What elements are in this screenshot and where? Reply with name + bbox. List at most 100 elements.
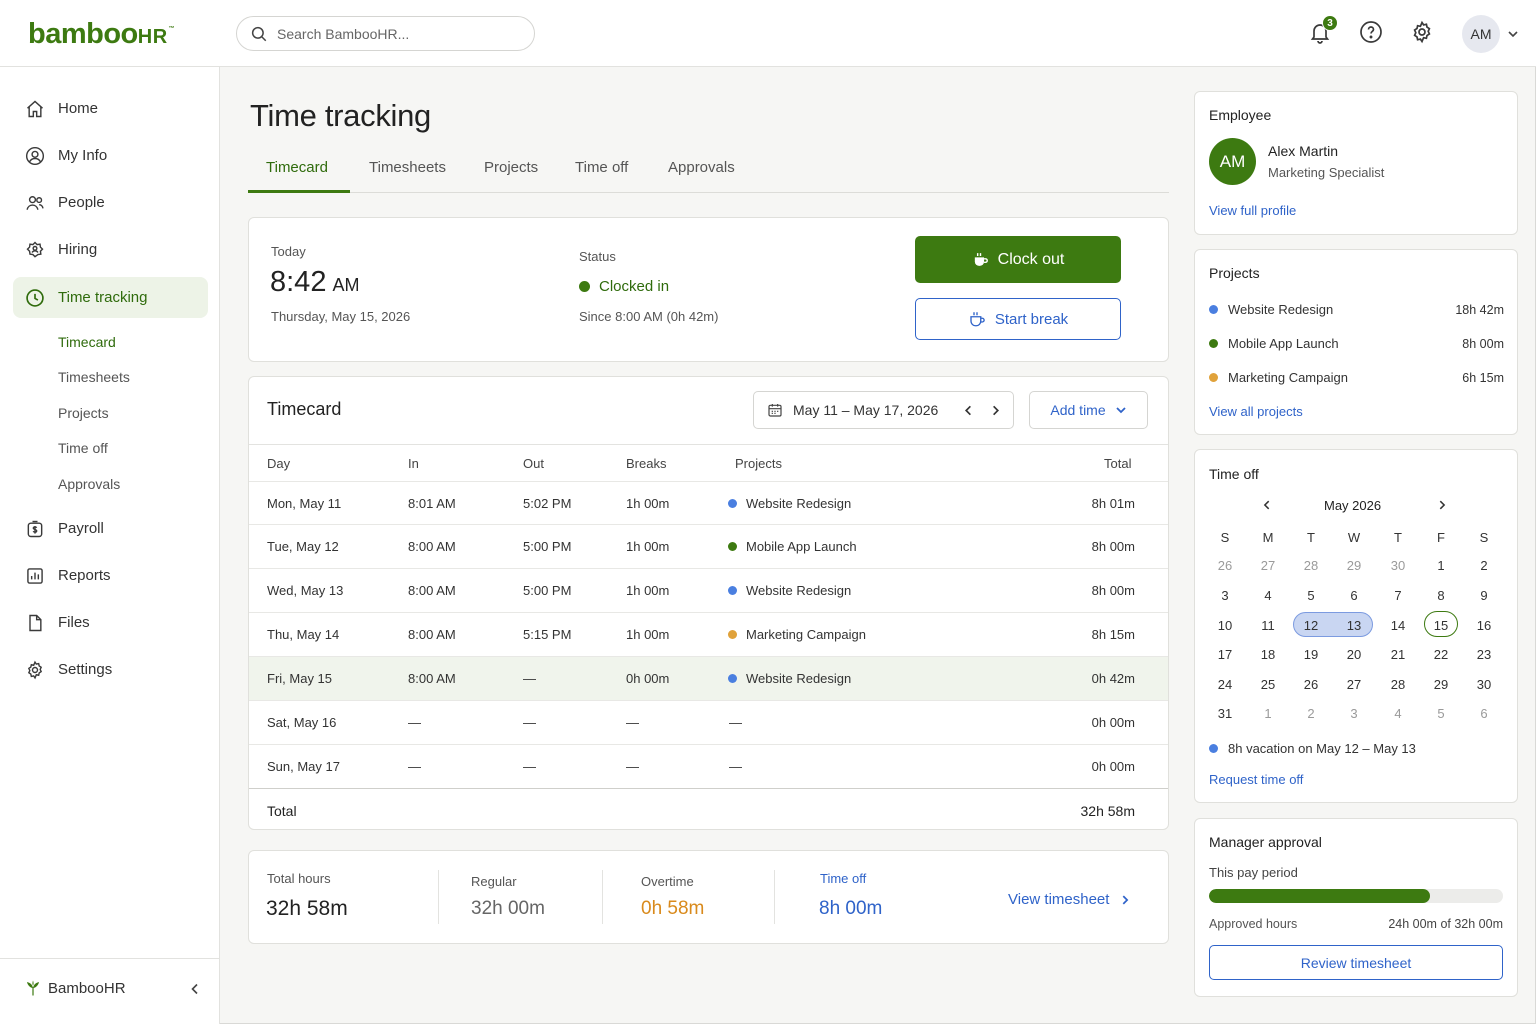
add-time-button[interactable]: Add time [1029,391,1148,429]
calendar-weekday: T [1394,530,1402,545]
calendar-day[interactable]: 27 [1250,558,1286,573]
sidebar-subitem-projects[interactable]: Projects [58,405,109,421]
user-avatar[interactable]: AM [1462,15,1500,53]
calendar-day[interactable]: 13 [1336,618,1372,633]
request-time-off-link[interactable]: Request time off [1209,772,1303,787]
sidebar-subitem-approvals[interactable]: Approvals [58,476,120,492]
calendar-day[interactable]: 16 [1466,618,1502,633]
cell-breaks: — [626,715,639,730]
calendar-day[interactable]: 2 [1293,706,1329,721]
home-icon [27,100,43,117]
calendar-day[interactable]: 9 [1466,588,1502,603]
employee-avatar: AM [1209,138,1256,185]
calendar-day[interactable]: 26 [1207,558,1243,573]
calendar-day[interactable]: 6 [1336,588,1372,603]
calendar-day[interactable]: 21 [1380,647,1416,662]
calendar-day[interactable]: 19 [1293,647,1329,662]
collapse-sidebar-icon[interactable] [188,982,202,996]
calendar-day[interactable]: 11 [1250,618,1286,633]
sidebar-item-time-tracking[interactable]: Time tracking [13,277,208,318]
sidebar-item-hiring[interactable]: Hiring [13,229,208,270]
sidebar-item-my-info[interactable]: My Info [13,135,208,176]
time-off-heading: Time off [1209,466,1259,482]
calendar-day[interactable]: 6 [1466,706,1502,721]
sidebar-item-files[interactable]: Files [13,602,208,643]
sidebar-subitem-timesheets[interactable]: Timesheets [58,369,130,385]
calendar-day[interactable]: 5 [1423,706,1459,721]
calendar-day[interactable]: 12 [1293,618,1329,633]
table-row[interactable]: Sun, May 17 — — — — 0h 00m [249,744,1168,788]
chevron-down-icon[interactable] [1507,28,1519,40]
calendar-day[interactable]: 4 [1380,706,1416,721]
today-date: Thursday, May 15, 2026 [271,309,411,324]
calendar-day[interactable]: 14 [1380,618,1416,633]
view-all-projects-link[interactable]: View all projects [1209,404,1303,419]
calendar-day[interactable]: 30 [1380,558,1416,573]
tab-timesheets[interactable]: Timesheets [369,159,446,176]
table-row[interactable]: Mon, May 11 8:01 AM 5:02 PM 1h 00m Websi… [249,481,1168,525]
clock-out-button[interactable]: Clock out [915,236,1121,283]
calendar-day[interactable]: 1 [1250,706,1286,721]
calendar-day[interactable]: 5 [1293,588,1329,603]
project-list-item[interactable]: Mobile App Launch 8h 00m [1209,336,1504,351]
calendar-day[interactable]: 2 [1466,558,1502,573]
date-range-picker[interactable]: May 11 – May 17, 2026 [753,391,1014,429]
calendar-day[interactable]: 15 [1423,618,1459,633]
sidebar-subitem-time-off[interactable]: Time off [58,440,108,456]
calendar-day[interactable]: 26 [1293,677,1329,692]
bamboo-leaf-icon [27,980,39,996]
calendar-day[interactable]: 1 [1423,558,1459,573]
calendar-day[interactable]: 7 [1380,588,1416,603]
sidebar-item-reports[interactable]: Reports [13,555,208,596]
sidebar-item-home[interactable]: Home [13,88,208,129]
calendar-day[interactable]: 29 [1336,558,1372,573]
calendar-day[interactable]: 3 [1207,588,1243,603]
calendar-day[interactable]: 27 [1336,677,1372,692]
tab-time-off[interactable]: Time off [575,159,628,176]
calendar-day[interactable]: 4 [1250,588,1286,603]
help-icon[interactable] [1359,20,1383,44]
table-row-today[interactable]: Fri, May 15 8:00 AM — 0h 00m Website Red… [249,656,1168,700]
tab-approvals[interactable]: Approvals [668,159,735,176]
calendar-day[interactable]: 28 [1380,677,1416,692]
calendar-day[interactable]: 18 [1250,647,1286,662]
calendar-day[interactable]: 22 [1423,647,1459,662]
sidebar-item-settings[interactable]: Settings [13,649,208,690]
project-list-item[interactable]: Marketing Campaign 6h 15m [1209,370,1504,385]
table-row[interactable]: Thu, May 14 8:00 AM 5:15 PM 1h 00m Marke… [249,612,1168,656]
review-timesheet-button[interactable]: Review timesheet [1209,945,1503,980]
tab-projects[interactable]: Projects [484,159,538,176]
calendar-day[interactable]: 24 [1207,677,1243,692]
search-box[interactable] [236,16,535,51]
sidebar-subitem-timecard[interactable]: Timecard [58,334,116,350]
project-list-item[interactable]: Website Redesign 18h 42m [1209,302,1504,317]
bamboohr-logo[interactable]: bamboo HR ™ [28,18,175,51]
tab-timecard[interactable]: Timecard [266,159,328,176]
chevron-right-icon[interactable] [1436,499,1448,511]
calendar-day[interactable]: 8 [1423,588,1459,603]
calendar-day[interactable]: 20 [1336,647,1372,662]
view-timesheet-link[interactable]: View timesheet [1008,891,1131,908]
sidebar-item-people[interactable]: People [13,182,208,223]
search-input[interactable] [277,25,517,42]
table-row[interactable]: Sat, May 16 — — — — 0h 00m [249,700,1168,744]
calendar-day[interactable]: 17 [1207,647,1243,662]
table-row[interactable]: Tue, May 12 8:00 AM 5:00 PM 1h 00m Mobil… [249,524,1168,568]
regular-label: Regular [471,874,517,889]
calendar-day[interactable]: 29 [1423,677,1459,692]
chevron-left-icon[interactable] [1261,499,1273,511]
view-full-profile-link[interactable]: View full profile [1209,203,1296,218]
calendar-day[interactable]: 23 [1466,647,1502,662]
calendar-day[interactable]: 10 [1207,618,1243,633]
chevron-left-icon[interactable] [962,404,975,417]
calendar-day[interactable]: 30 [1466,677,1502,692]
chevron-right-icon[interactable] [989,404,1002,417]
settings-gear-icon[interactable] [1410,20,1434,44]
calendar-day[interactable]: 28 [1293,558,1329,573]
sidebar-item-payroll[interactable]: Payroll [13,508,208,549]
calendar-day[interactable]: 3 [1336,706,1372,721]
calendar-day[interactable]: 25 [1250,677,1286,692]
calendar-day[interactable]: 31 [1207,706,1243,721]
table-row[interactable]: Wed, May 13 8:00 AM 5:00 PM 1h 00m Websi… [249,568,1168,612]
start-break-button[interactable]: Start break [915,298,1121,340]
